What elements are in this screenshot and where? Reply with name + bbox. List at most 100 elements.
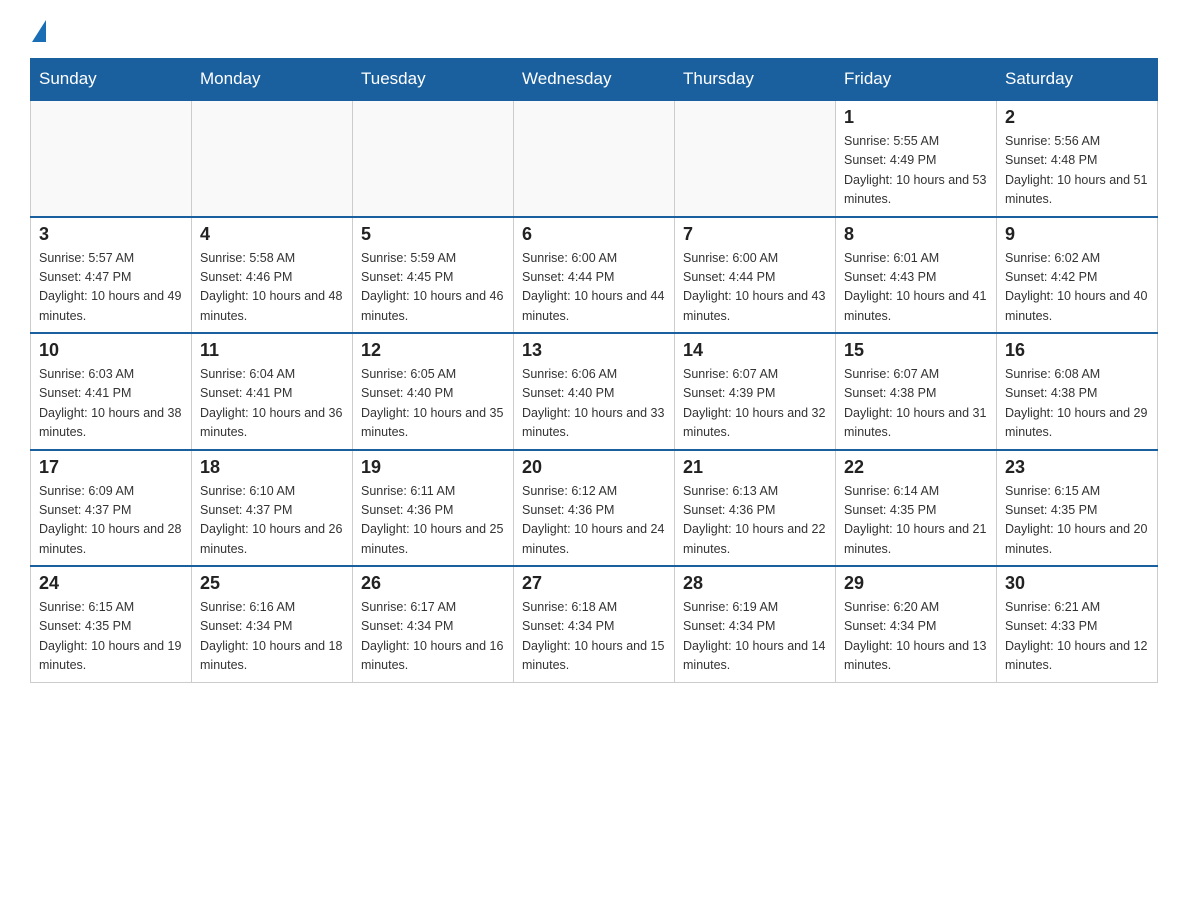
day-info: Sunrise: 6:12 AMSunset: 4:36 PMDaylight:… <box>522 482 666 560</box>
day-number: 1 <box>844 107 988 128</box>
day-number: 2 <box>1005 107 1149 128</box>
day-info: Sunrise: 6:06 AMSunset: 4:40 PMDaylight:… <box>522 365 666 443</box>
day-number: 29 <box>844 573 988 594</box>
day-info: Sunrise: 6:11 AMSunset: 4:36 PMDaylight:… <box>361 482 505 560</box>
calendar-cell: 10 Sunrise: 6:03 AMSunset: 4:41 PMDayligh… <box>31 333 192 450</box>
weekday-header-wednesday: Wednesday <box>514 59 675 101</box>
calendar-cell: 26 Sunrise: 6:17 AMSunset: 4:34 PMDayligh… <box>353 566 514 682</box>
calendar-cell: 8 Sunrise: 6:01 AMSunset: 4:43 PMDaylight… <box>836 217 997 334</box>
day-number: 25 <box>200 573 344 594</box>
weekday-header-thursday: Thursday <box>675 59 836 101</box>
calendar-cell: 14 Sunrise: 6:07 AMSunset: 4:39 PMDayligh… <box>675 333 836 450</box>
calendar-cell: 28Sunrise: 6:19 AMSunset: 4:34 PMDayligh… <box>675 566 836 682</box>
day-number: 5 <box>361 224 505 245</box>
logo-triangle-icon <box>32 20 46 42</box>
day-info: Sunrise: 6:07 AMSunset: 4:39 PMDaylight:… <box>683 365 827 443</box>
day-number: 13 <box>522 340 666 361</box>
day-info: Sunrise: 6:19 AMSunset: 4:34 PMDaylight:… <box>683 598 827 676</box>
calendar-cell: 3 Sunrise: 5:57 AMSunset: 4:47 PMDaylight… <box>31 217 192 334</box>
day-number: 17 <box>39 457 183 478</box>
day-info: Sunrise: 6:00 AMSunset: 4:44 PMDaylight:… <box>683 249 827 327</box>
calendar-cell: 9 Sunrise: 6:02 AMSunset: 4:42 PMDaylight… <box>997 217 1158 334</box>
day-info: Sunrise: 6:09 AMSunset: 4:37 PMDaylight:… <box>39 482 183 560</box>
weekday-header-monday: Monday <box>192 59 353 101</box>
calendar-week-row: 24 Sunrise: 6:15 AMSunset: 4:35 PMDayligh… <box>31 566 1158 682</box>
day-number: 23 <box>1005 457 1149 478</box>
day-number: 18 <box>200 457 344 478</box>
calendar-cell: 15Sunrise: 6:07 AMSunset: 4:38 PMDayligh… <box>836 333 997 450</box>
calendar-week-row: 10 Sunrise: 6:03 AMSunset: 4:41 PMDayligh… <box>31 333 1158 450</box>
day-info: Sunrise: 6:13 AMSunset: 4:36 PMDaylight:… <box>683 482 827 560</box>
calendar-cell: 29Sunrise: 6:20 AMSunset: 4:34 PMDayligh… <box>836 566 997 682</box>
day-info: Sunrise: 5:58 AMSunset: 4:46 PMDaylight:… <box>200 249 344 327</box>
day-number: 10 <box>39 340 183 361</box>
calendar-cell: 5 Sunrise: 5:59 AMSunset: 4:45 PMDaylight… <box>353 217 514 334</box>
calendar-cell <box>353 100 514 217</box>
calendar-cell: 6 Sunrise: 6:00 AMSunset: 4:44 PMDaylight… <box>514 217 675 334</box>
calendar-cell: 24 Sunrise: 6:15 AMSunset: 4:35 PMDayligh… <box>31 566 192 682</box>
day-info: Sunrise: 6:17 AMSunset: 4:34 PMDaylight:… <box>361 598 505 676</box>
day-number: 11 <box>200 340 344 361</box>
day-number: 8 <box>844 224 988 245</box>
day-info: Sunrise: 6:16 AMSunset: 4:34 PMDaylight:… <box>200 598 344 676</box>
calendar-table: SundayMondayTuesdayWednesdayThursdayFrid… <box>30 58 1158 683</box>
calendar-cell: 12 Sunrise: 6:05 AMSunset: 4:40 PMDayligh… <box>353 333 514 450</box>
day-info: Sunrise: 6:04 AMSunset: 4:41 PMDaylight:… <box>200 365 344 443</box>
day-number: 19 <box>361 457 505 478</box>
calendar-cell: 13 Sunrise: 6:06 AMSunset: 4:40 PMDayligh… <box>514 333 675 450</box>
day-number: 27 <box>522 573 666 594</box>
day-number: 24 <box>39 573 183 594</box>
day-number: 30 <box>1005 573 1149 594</box>
calendar-cell: 23 Sunrise: 6:15 AMSunset: 4:35 PMDayligh… <box>997 450 1158 567</box>
calendar-cell: 17 Sunrise: 6:09 AMSunset: 4:37 PMDayligh… <box>31 450 192 567</box>
calendar-cell: 16Sunrise: 6:08 AMSunset: 4:38 PMDayligh… <box>997 333 1158 450</box>
day-info: Sunrise: 6:18 AMSunset: 4:34 PMDaylight:… <box>522 598 666 676</box>
day-info: Sunrise: 6:05 AMSunset: 4:40 PMDaylight:… <box>361 365 505 443</box>
day-number: 6 <box>522 224 666 245</box>
calendar-cell: 2 Sunrise: 5:56 AMSunset: 4:48 PMDaylight… <box>997 100 1158 217</box>
calendar-cell: 18Sunrise: 6:10 AMSunset: 4:37 PMDayligh… <box>192 450 353 567</box>
weekday-header-row: SundayMondayTuesdayWednesdayThursdayFrid… <box>31 59 1158 101</box>
day-info: Sunrise: 5:56 AMSunset: 4:48 PMDaylight:… <box>1005 132 1149 210</box>
day-number: 20 <box>522 457 666 478</box>
calendar-cell: 22Sunrise: 6:14 AMSunset: 4:35 PMDayligh… <box>836 450 997 567</box>
weekday-header-friday: Friday <box>836 59 997 101</box>
day-number: 4 <box>200 224 344 245</box>
day-number: 26 <box>361 573 505 594</box>
day-info: Sunrise: 6:08 AMSunset: 4:38 PMDaylight:… <box>1005 365 1149 443</box>
day-info: Sunrise: 5:57 AMSunset: 4:47 PMDaylight:… <box>39 249 183 327</box>
day-info: Sunrise: 6:01 AMSunset: 4:43 PMDaylight:… <box>844 249 988 327</box>
day-number: 3 <box>39 224 183 245</box>
day-number: 7 <box>683 224 827 245</box>
day-info: Sunrise: 6:21 AMSunset: 4:33 PMDaylight:… <box>1005 598 1149 676</box>
calendar-cell: 19 Sunrise: 6:11 AMSunset: 4:36 PMDayligh… <box>353 450 514 567</box>
day-info: Sunrise: 6:15 AMSunset: 4:35 PMDaylight:… <box>1005 482 1149 560</box>
day-number: 9 <box>1005 224 1149 245</box>
day-info: Sunrise: 5:59 AMSunset: 4:45 PMDaylight:… <box>361 249 505 327</box>
calendar-cell <box>192 100 353 217</box>
day-number: 15 <box>844 340 988 361</box>
calendar-cell: 20 Sunrise: 6:12 AMSunset: 4:36 PMDayligh… <box>514 450 675 567</box>
calendar-cell: 7 Sunrise: 6:00 AMSunset: 4:44 PMDaylight… <box>675 217 836 334</box>
weekday-header-saturday: Saturday <box>997 59 1158 101</box>
calendar-cell: 25 Sunrise: 6:16 AMSunset: 4:34 PMDayligh… <box>192 566 353 682</box>
calendar-cell <box>514 100 675 217</box>
calendar-week-row: 1Sunrise: 5:55 AMSunset: 4:49 PMDaylight… <box>31 100 1158 217</box>
day-info: Sunrise: 6:02 AMSunset: 4:42 PMDaylight:… <box>1005 249 1149 327</box>
day-info: Sunrise: 6:14 AMSunset: 4:35 PMDaylight:… <box>844 482 988 560</box>
weekday-header-tuesday: Tuesday <box>353 59 514 101</box>
calendar-cell: 21 Sunrise: 6:13 AMSunset: 4:36 PMDayligh… <box>675 450 836 567</box>
calendar-cell: 30 Sunrise: 6:21 AMSunset: 4:33 PMDayligh… <box>997 566 1158 682</box>
day-info: Sunrise: 6:03 AMSunset: 4:41 PMDaylight:… <box>39 365 183 443</box>
calendar-cell <box>31 100 192 217</box>
calendar-cell: 11 Sunrise: 6:04 AMSunset: 4:41 PMDayligh… <box>192 333 353 450</box>
page-header <box>30 20 1158 40</box>
day-number: 14 <box>683 340 827 361</box>
weekday-header-sunday: Sunday <box>31 59 192 101</box>
calendar-cell: 1Sunrise: 5:55 AMSunset: 4:49 PMDaylight… <box>836 100 997 217</box>
calendar-cell <box>675 100 836 217</box>
day-info: Sunrise: 6:00 AMSunset: 4:44 PMDaylight:… <box>522 249 666 327</box>
day-info: Sunrise: 6:15 AMSunset: 4:35 PMDaylight:… <box>39 598 183 676</box>
day-number: 12 <box>361 340 505 361</box>
day-number: 21 <box>683 457 827 478</box>
